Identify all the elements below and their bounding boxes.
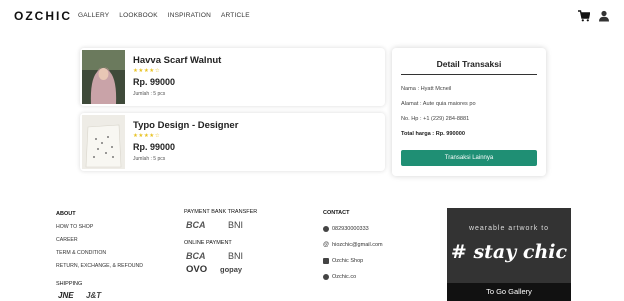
footer-link-how-to-shop[interactable]: HOW TO SHOP [56,224,93,230]
facebook-name: Ozchic Shop [332,258,364,264]
detail-title: Detail Transaksi [436,59,502,69]
phone-label: No. Hp : [401,116,424,122]
banner-headline: # stay chic [450,241,568,263]
cart-product-card[interactable]: Typo Design - Designer ★★★★☆ Rp. 99000 J… [80,113,385,171]
at-icon: @ [323,242,330,248]
instagram-icon [323,274,329,280]
nav-gallery[interactable]: GALLERY [78,12,109,19]
nav-lookbook[interactable]: LOOKBOOK [119,12,157,19]
title-divider [401,74,537,75]
rating-stars: ★★★★☆ [133,133,161,139]
ovo-logo: OVO [186,264,208,275]
detail-total-row: Total harga : Rp. 990000 [401,131,465,137]
transaction-detail-card: Detail Transaksi Nama : Hyatt Mcneil Ala… [392,48,546,176]
top-navbar: OZCHIC GALLERY LOOKBOOK INSPIRATION ARTI… [0,0,624,34]
product-price: Rp. 99000 [133,77,176,87]
contact-whatsapp[interactable]: 082930000333 [323,226,369,232]
phone-value: +1 (229) 284-8881 [423,116,470,122]
nav-article[interactable]: ARTICLE [221,12,250,19]
gopay-logo: gopay [220,265,243,274]
total-label: Total harga : [401,131,436,137]
bni-logo: BNI [228,220,244,230]
cart-product-card[interactable]: Havva Scarf Walnut ★★★★☆ Rp. 99000 Jumla… [80,48,385,106]
product-quantity: Jumlah : 5 pcs [133,91,166,97]
bni-logo: BNI [228,251,244,261]
bank-transfer-heading: PAYMENT BANK TRANSFER [184,209,258,215]
footer-link-terms[interactable]: TERM & CONDITION [56,250,106,256]
total-value: Rp. 990000 [435,131,465,137]
address-label: Alamat : [401,101,423,107]
name-label: Nama : [401,86,421,92]
product-quantity: Jumlah : 5 pcs [133,156,166,162]
product-image-tote [82,115,125,169]
contact-instagram[interactable]: Ozchic.co [323,274,356,280]
cart-icon[interactable] [578,10,590,22]
footer-link-career[interactable]: CAREER [56,237,78,243]
detail-name-row: Nama : Hyatt Mcneil [401,86,451,92]
go-to-gallery-button[interactable]: To Go Gallery [447,283,571,301]
contact-heading: CONTACT [323,210,350,216]
email-address: hiozchic@gmail.com [332,242,383,248]
footer-link-return[interactable]: RETURN, EXCHANGE, & REFOUND [56,263,143,269]
main-nav: GALLERY LOOKBOOK INSPIRATION ARTICLE [78,12,250,19]
rating-stars: ★★★★☆ [133,68,161,74]
stay-chic-banner: wearable artwork to # stay chic [447,208,571,287]
facebook-icon [323,258,329,264]
shipping-heading: SHIPPING [56,281,83,287]
detail-address-row: Alamat : Aute quia maiores po [401,101,476,107]
brand-logo[interactable]: OZCHIC [14,9,72,23]
contact-facebook[interactable]: Ozchic Shop [323,258,363,264]
about-heading: ABOUT [56,211,76,217]
product-name[interactable]: Typo Design - Designer [133,120,238,131]
contact-email[interactable]: @ hiozchic@gmail.com [323,242,383,248]
product-price: Rp. 99000 [133,142,176,152]
bca-logo: BCA [186,251,206,261]
product-image-scarf [82,50,125,104]
user-icon[interactable] [598,10,610,22]
jne-logo: JNE [58,291,74,300]
whatsapp-number: 082930000333 [332,226,369,232]
product-name[interactable]: Havva Scarf Walnut [133,55,221,66]
address-value: Aute quia maiores po [422,101,476,107]
bca-logo: BCA [186,220,206,230]
banner-tagline: wearable artwork to [468,225,550,232]
name-value: Hyatt Mcneil [420,86,452,92]
whatsapp-icon [323,226,329,232]
nav-inspiration[interactable]: INSPIRATION [168,12,211,19]
other-transaction-button[interactable]: Transaksi Lainnya [401,150,537,166]
online-payment-heading: ONLINE PAYMENT [184,240,232,246]
detail-phone-row: No. Hp : +1 (229) 284-8881 [401,116,469,122]
jnt-logo: J&T [86,291,102,300]
instagram-name: Ozchic.co [332,274,357,280]
